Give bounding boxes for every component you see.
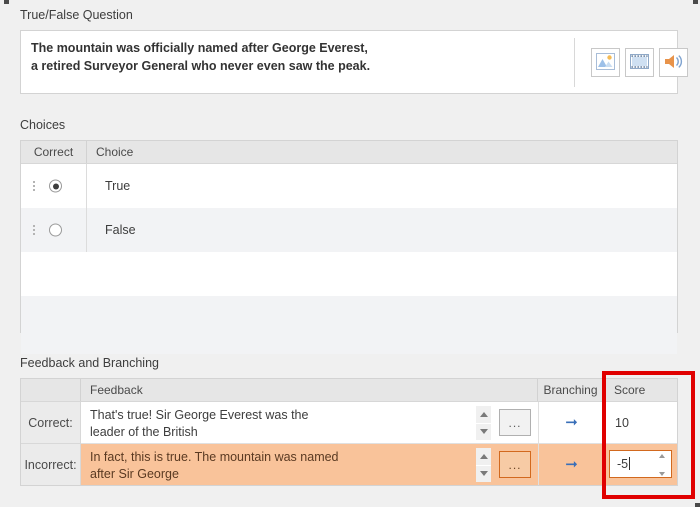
drag-handle-icon[interactable]	[33, 181, 35, 191]
insert-video-button[interactable]	[625, 48, 654, 77]
feedback-section: Feedback and Branching Feedback Branchin…	[0, 356, 700, 486]
feedback-section-label: Feedback and Branching	[20, 356, 159, 370]
stepper-down-icon[interactable]	[659, 472, 665, 476]
window-corner-artifact-top-right	[693, 0, 698, 4]
branching-cell-correct[interactable]: ➞	[538, 402, 604, 444]
media-divider	[574, 38, 575, 87]
choice-radio-true[interactable]	[49, 179, 62, 193]
choice-correct-cell	[21, 208, 87, 252]
arrow-right-icon[interactable]: ➞	[565, 415, 578, 430]
feedback-text-correct[interactable]: That's true! Sir George Everest was the …	[81, 402, 345, 443]
score-cell-incorrect[interactable]: -5	[604, 444, 677, 485]
feedback-text-cell-incorrect[interactable]: In fact, this is true. The mountain was …	[81, 444, 538, 485]
column-header-correct: Correct	[21, 141, 87, 163]
choice-label-false[interactable]: False	[87, 208, 677, 252]
stepper-up-icon[interactable]	[659, 454, 665, 458]
insert-audio-button[interactable]	[659, 48, 688, 77]
branching-cell-incorrect[interactable]: ➞	[538, 444, 604, 485]
feedback-row-label-incorrect: Incorrect:	[21, 444, 81, 485]
triangle-up-icon	[479, 411, 488, 417]
choices-section-label: Choices	[20, 118, 66, 132]
choice-label-true[interactable]: True	[87, 164, 677, 208]
feedback-scroll-spinner-incorrect[interactable]	[476, 448, 491, 482]
table-row[interactable]: Correct: That's true! Sir George Everest…	[21, 402, 677, 444]
column-header-branching: Branching	[538, 379, 604, 401]
triangle-down-icon	[479, 429, 488, 435]
column-header-choice: Choice	[96, 145, 134, 159]
feedback-table: Feedback Branching Score Correct: That's…	[20, 378, 678, 486]
feedback-more-button-correct[interactable]: ...	[499, 409, 531, 436]
triangle-up-icon	[479, 453, 488, 459]
media-buttons-group	[591, 48, 688, 77]
column-header-feedback: Feedback	[81, 379, 538, 401]
table-row[interactable]: True	[21, 164, 677, 208]
choices-empty-row[interactable]	[21, 252, 677, 296]
choice-radio-false[interactable]	[49, 223, 62, 237]
feedback-row-label-correct: Correct:	[21, 402, 81, 444]
spinner-down-button[interactable]	[476, 423, 491, 440]
triangle-down-icon	[479, 471, 488, 477]
insert-image-button[interactable]	[591, 48, 620, 77]
spinner-up-button[interactable]	[476, 448, 491, 466]
feedback-scroll-spinner-correct[interactable]	[476, 406, 491, 440]
feedback-text-cell-correct[interactable]: That's true! Sir George Everest was the …	[81, 402, 538, 444]
column-header-score: Score	[614, 383, 646, 397]
image-icon	[596, 52, 615, 73]
question-section: True/False Question The mountain was off…	[0, 8, 700, 94]
feedback-table-header: Feedback Branching Score	[21, 379, 677, 402]
spinner-up-button[interactable]	[476, 406, 491, 424]
question-section-label: True/False Question	[20, 8, 133, 22]
choices-table: Correct Choice True False	[20, 140, 678, 354]
arrow-right-icon[interactable]: ➞	[565, 457, 578, 472]
video-icon	[630, 53, 649, 73]
table-row[interactable]: Incorrect: In fact, this is true. The mo…	[21, 444, 677, 485]
score-cell-correct[interactable]: 10	[604, 402, 677, 444]
question-text-box[interactable]: The mountain was officially named after …	[20, 30, 688, 94]
audio-icon	[664, 53, 684, 73]
choices-table-header: Correct Choice	[21, 141, 677, 164]
column-header-row-label	[21, 379, 81, 401]
feedback-text-incorrect[interactable]: In fact, this is true. The mountain was …	[81, 444, 345, 485]
choices-section: Choices Correct Choice True False	[0, 118, 700, 354]
window-corner-artifact-top-left	[4, 0, 9, 4]
spinner-down-button[interactable]	[476, 465, 491, 482]
table-row[interactable]: False	[21, 208, 677, 252]
window-corner-artifact-bottom-right	[695, 503, 700, 507]
question-text[interactable]: The mountain was officially named after …	[31, 39, 551, 75]
text-caret	[629, 457, 631, 470]
score-stepper[interactable]	[657, 454, 668, 476]
score-value-incorrect: -5	[617, 457, 629, 471]
choice-correct-cell	[21, 164, 87, 208]
feedback-more-button-incorrect[interactable]: ...	[499, 451, 531, 478]
drag-handle-icon[interactable]	[33, 225, 35, 235]
score-input-incorrect[interactable]: -5	[609, 450, 672, 478]
choices-filler-area	[21, 296, 677, 354]
